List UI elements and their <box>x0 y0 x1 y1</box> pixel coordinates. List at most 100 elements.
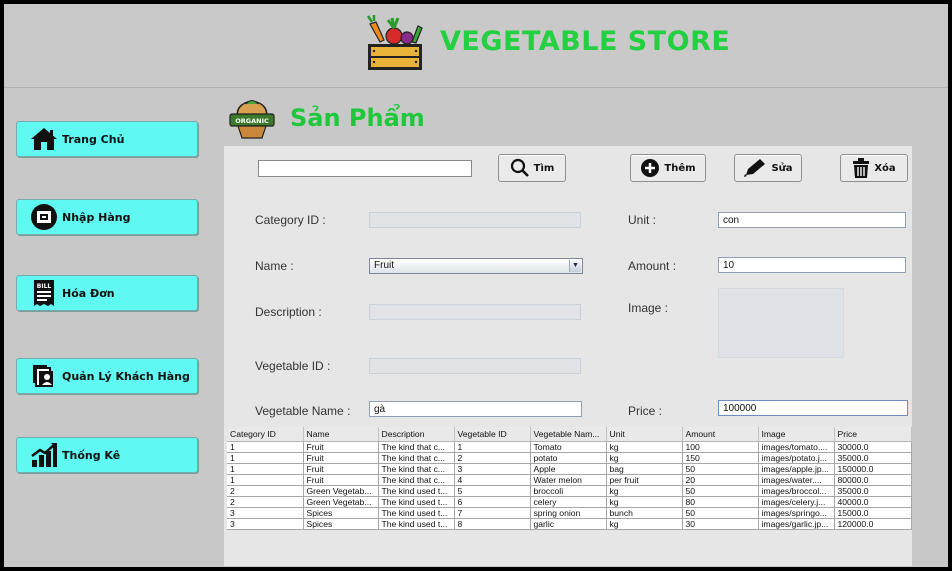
image-preview[interactable] <box>718 288 844 358</box>
search-button-label: Tìm <box>533 162 555 174</box>
sidebar: Trang Chủ Nhập Hàng BILL Hóa Đơn Quản Lý… <box>4 92 212 567</box>
table-cell: 50 <box>682 463 759 475</box>
category-id-field[interactable] <box>369 212 581 228</box>
table-cell: kg <box>606 496 683 508</box>
table-row[interactable]: 3 Spices The kind used t... 7 spring onion b… <box>227 507 912 519</box>
column-header[interactable]: Category ID <box>227 427 304 442</box>
table-row[interactable]: 3 Spices The kind used t... 8 garlic kg 30 imag… <box>227 518 912 530</box>
trash-icon <box>853 158 870 178</box>
table-cell: broccoli <box>530 485 607 497</box>
sidebar-item-trang-chu[interactable]: Trang Chủ <box>16 121 198 157</box>
table-cell: images/apple.jp... <box>758 463 835 475</box>
table-cell: Spices <box>303 518 379 530</box>
table-row[interactable]: 2 Green Vegetab... The kind used t... 6 cele… <box>227 496 912 508</box>
column-header[interactable]: Price <box>834 427 912 442</box>
table-cell: 7 <box>454 507 531 519</box>
sidebar-item-label: Thống Kê <box>62 448 121 462</box>
column-header[interactable]: Amount <box>682 427 759 442</box>
table-cell: images/broccol... <box>758 485 835 497</box>
category-id-label: Category ID : <box>255 213 326 227</box>
price-field[interactable]: 100000 <box>718 400 908 416</box>
table-cell: images/water.... <box>758 474 835 486</box>
name-select[interactable]: Fruit ▼ <box>369 258 583 274</box>
import-icon <box>29 202 59 232</box>
table-cell: The kind that c... <box>378 463 455 475</box>
table-cell: 1 <box>227 463 304 475</box>
sidebar-item-quan-ly-khach-hang[interactable]: Quản Lý Khách Hàng <box>16 358 198 394</box>
unit-field[interactable]: con <box>718 212 906 228</box>
table-cell: 5 <box>454 485 531 497</box>
table-cell: Apple <box>530 463 607 475</box>
unit-label: Unit : <box>628 213 657 227</box>
table-row[interactable]: 2 Green Vegetab... The kind used t... 5 bro… <box>227 485 912 497</box>
product-table-container: Category ID Name Description Vegetable I… <box>224 427 912 566</box>
table-cell: The kind used t... <box>378 485 455 497</box>
table-row[interactable]: 1 Fruit The kind that c... 4 Water melon per … <box>227 474 912 486</box>
table-cell: 150000.0 <box>834 463 912 475</box>
chart-icon <box>29 440 59 470</box>
table-cell: 1 <box>454 441 531 453</box>
table-row[interactable]: 1 Fruit The kind that c... 1 Tomato kg 100 imag… <box>227 441 912 453</box>
sidebar-item-label: Quản Lý Khách Hàng <box>62 369 190 383</box>
table-cell: 2 <box>454 452 531 464</box>
sidebar-item-label: Trang Chủ <box>62 132 125 146</box>
app-title: VEGETABLE STORE <box>440 26 731 57</box>
table-cell: 80 <box>682 496 759 508</box>
table-cell: kg <box>606 452 683 464</box>
delete-button[interactable]: Xóa <box>840 154 908 182</box>
description-field[interactable] <box>369 304 581 320</box>
table-cell: 2 <box>227 496 304 508</box>
search-input[interactable] <box>258 160 472 177</box>
table-body: 1 Fruit The kind that c... 1 Tomato kg 100 imag… <box>227 441 912 530</box>
table-cell: Fruit <box>303 474 379 486</box>
sidebar-item-thong-ke[interactable]: Thống Kê <box>16 437 198 473</box>
vegetable-name-field[interactable]: gà <box>369 401 582 417</box>
svg-text:BILL: BILL <box>37 283 52 290</box>
main-content: ORGANIC Sản Phẩm Tìm Thêm Sửa Xóa Catego… <box>218 92 914 567</box>
table-cell: images/celery.j... <box>758 496 835 508</box>
sidebar-item-label: Nhập Hàng <box>62 210 131 224</box>
table-cell: The kind that c... <box>378 452 455 464</box>
table-cell: 3 <box>454 463 531 475</box>
table-cell: images/tomato.... <box>758 441 835 453</box>
table-cell: kg <box>606 485 683 497</box>
customers-icon <box>29 361 59 391</box>
table-cell: Fruit <box>303 452 379 464</box>
table-header-row: Category ID Name Description Vegetable I… <box>227 427 912 442</box>
table-cell: Fruit <box>303 463 379 475</box>
name-label: Name : <box>255 259 294 273</box>
sidebar-item-hoa-don[interactable]: BILL Hóa Đơn <box>16 275 198 311</box>
table-cell: 4 <box>454 474 531 486</box>
edit-button[interactable]: Sửa <box>734 154 802 182</box>
search-icon <box>510 158 529 177</box>
sidebar-item-nhap-hang[interactable]: Nhập Hàng <box>16 199 198 235</box>
table-cell: celery <box>530 496 607 508</box>
table-cell: potato <box>530 452 607 464</box>
app-window: VEGETABLE STORE Trang Chủ Nhập Hàng BILL… <box>4 4 948 567</box>
table-cell: bunch <box>606 507 683 519</box>
table-row[interactable]: 1 Fruit The kind that c... 3 Apple bag 50 image… <box>227 463 912 475</box>
table-cell: 1 <box>227 474 304 486</box>
table-cell: 3 <box>227 518 304 530</box>
column-header[interactable]: Name <box>303 427 379 442</box>
add-button[interactable]: Thêm <box>630 154 706 182</box>
table-cell: per fruit <box>606 474 683 486</box>
add-button-label: Thêm <box>664 162 696 174</box>
vegetable-id-field[interactable] <box>369 358 581 374</box>
column-header[interactable]: Image <box>758 427 835 442</box>
table-cell: The kind that c... <box>378 474 455 486</box>
column-header[interactable]: Description <box>378 427 455 442</box>
search-button[interactable]: Tìm <box>498 154 566 182</box>
table-cell: 100 <box>682 441 759 453</box>
table-cell: images/potato.j... <box>758 452 835 464</box>
table-cell: 30 <box>682 518 759 530</box>
table-cell: Green Vegetab... <box>303 485 379 497</box>
table-row[interactable]: 1 Fruit The kind that c... 2 potato kg 150 imag… <box>227 452 912 464</box>
delete-button-label: Xóa <box>874 162 896 174</box>
column-header[interactable]: Unit <box>606 427 683 442</box>
amount-field[interactable]: 10 <box>718 257 906 273</box>
column-header[interactable]: Vegetable ID <box>454 427 531 442</box>
table-cell: The kind used t... <box>378 518 455 530</box>
home-icon <box>29 124 59 154</box>
column-header[interactable]: Vegetable Nam... <box>530 427 607 442</box>
